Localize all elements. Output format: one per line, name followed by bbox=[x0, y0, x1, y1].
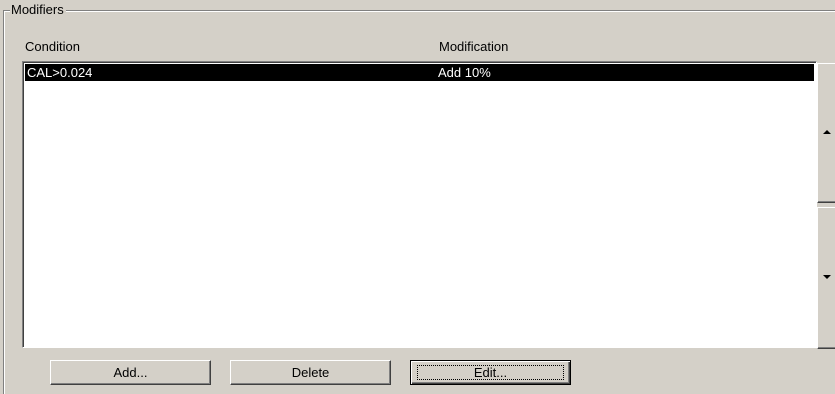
triangle-down-icon bbox=[823, 275, 831, 279]
modifiers-panel: Modifiers Condition Modification CAL>0.0… bbox=[0, 0, 835, 394]
move-down-button[interactable] bbox=[817, 207, 835, 349]
row-modification: Add 10% bbox=[438, 65, 491, 80]
column-header-condition[interactable]: Condition bbox=[25, 39, 80, 55]
modifiers-list[interactable]: CAL>0.024 Add 10% bbox=[22, 61, 817, 348]
group-title: Modifiers bbox=[10, 2, 66, 18]
edit-button-label: Edit... bbox=[473, 364, 508, 380]
delete-button[interactable]: Delete bbox=[230, 360, 391, 385]
delete-button-label: Delete bbox=[291, 364, 330, 380]
move-up-button[interactable] bbox=[817, 63, 835, 203]
edit-button[interactable]: Edit... bbox=[410, 360, 571, 385]
list-row[interactable]: CAL>0.024 Add 10% bbox=[25, 64, 814, 81]
row-condition: CAL>0.024 bbox=[27, 65, 93, 80]
add-button-label: Add... bbox=[113, 364, 148, 380]
column-header-modification[interactable]: Modification bbox=[439, 39, 508, 55]
triangle-up-icon bbox=[823, 130, 831, 134]
add-button[interactable]: Add... bbox=[50, 360, 211, 385]
